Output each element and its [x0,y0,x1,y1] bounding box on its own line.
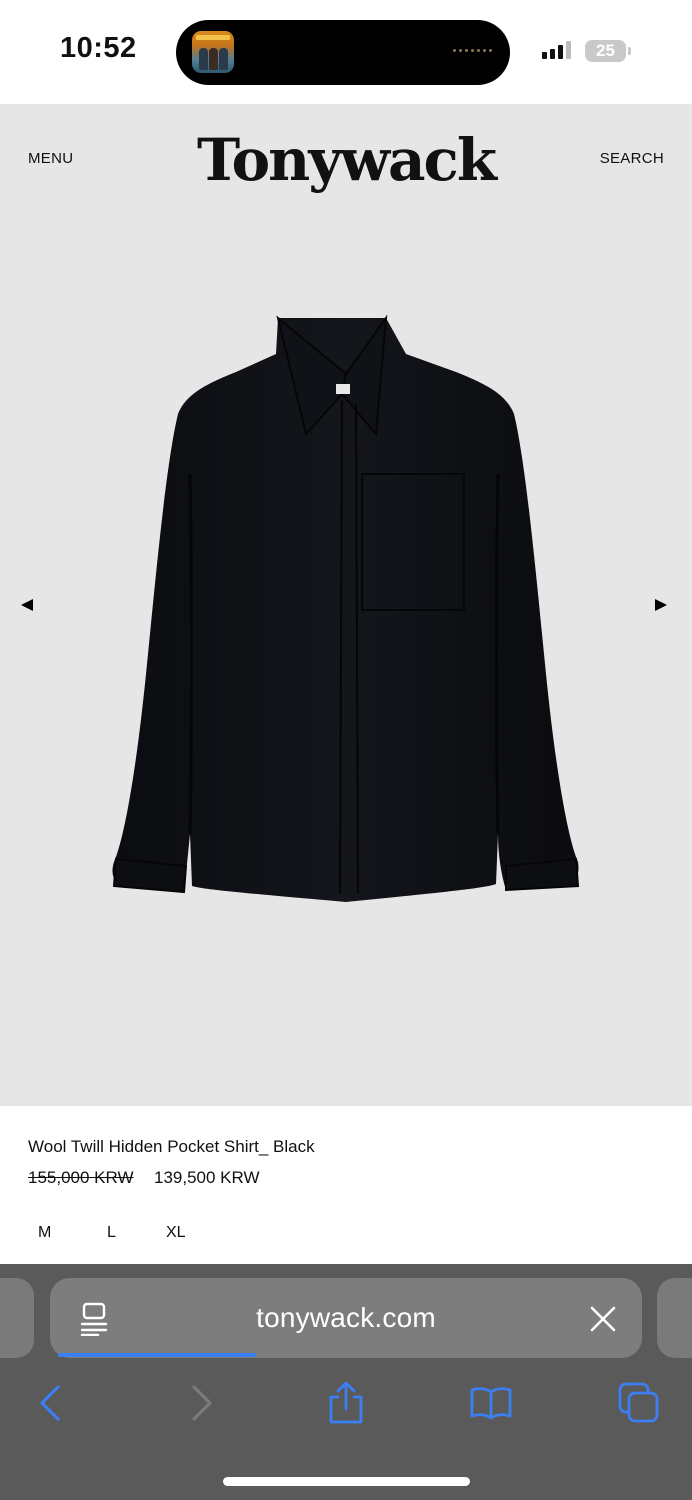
album-art-icon[interactable] [192,31,234,73]
status-bar: 10:52 25 [0,0,692,104]
battery-level: 25 [596,41,615,60]
close-icon[interactable] [590,1306,616,1332]
status-time: 10:52 [60,32,137,64]
cellular-signal-icon [542,41,571,59]
search-button[interactable]: SEARCH [600,150,664,167]
original-price: 155,000 KRW [28,1168,134,1187]
audio-waveform-icon [453,49,492,52]
size-option-m[interactable]: M [38,1224,51,1242]
tabs-icon[interactable] [618,1382,660,1424]
brand-logo[interactable]: Tonywack [0,126,692,194]
size-option-l[interactable]: L [107,1224,116,1242]
share-icon[interactable] [325,1382,367,1424]
chevron-right-icon[interactable] [180,1382,222,1424]
book-icon[interactable] [470,1382,512,1424]
battery-nub [628,47,631,55]
browser-toolbar: tonywack.com [0,1264,692,1500]
product-info: Wool Twill Hidden Pocket Shirt_ Black 15… [0,1106,692,1264]
battery-icon: 25 [585,40,626,62]
url-text[interactable]: tonywack.com [50,1302,642,1334]
next-tab-peek[interactable] [657,1278,692,1358]
chevron-left-icon[interactable] [30,1382,72,1424]
previous-tab-peek[interactable] [0,1278,34,1358]
dynamic-island[interactable] [176,20,510,85]
caret-left-icon[interactable] [20,598,34,612]
page-load-progress [58,1353,256,1357]
caret-right-icon[interactable] [654,598,668,612]
address-bar[interactable]: tonywack.com [50,1278,642,1358]
sale-price: 139,500 KRW [154,1168,260,1187]
product-name[interactable]: Wool Twill Hidden Pocket Shirt_ Black [28,1137,315,1157]
size-option-xl[interactable]: XL [166,1224,186,1242]
product-gallery: MENU Tonywack SEARCH [0,104,692,1106]
home-indicator[interactable] [223,1477,470,1486]
product-image[interactable] [106,314,586,914]
